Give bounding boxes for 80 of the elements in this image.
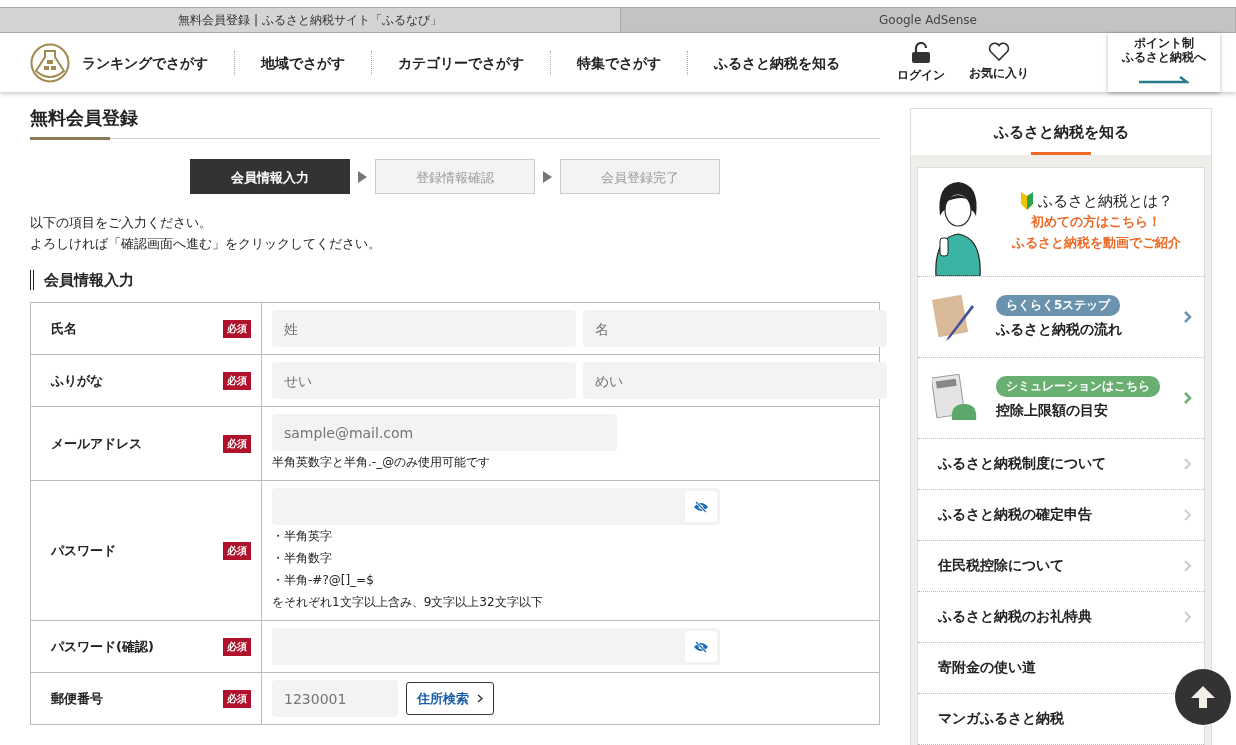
section-title: 会員情報入力: [44, 271, 134, 289]
required-badge: 必須: [223, 541, 251, 560]
chevron-right-icon: [1184, 611, 1192, 623]
chevron-right-icon: [477, 694, 483, 703]
input-field[interactable]: せい: [272, 362, 576, 399]
required-badge: 必須: [223, 434, 251, 453]
input-field[interactable]: めい: [583, 362, 887, 399]
banner-text: 初めての方はこちら！: [1031, 212, 1161, 231]
nav-link[interactable]: カテゴリーでさがす: [371, 50, 550, 75]
feature-title: 控除上限額の目安: [996, 402, 1108, 420]
header-action[interactable]: ログイン: [886, 41, 956, 84]
feature-title: ふるさと納税の流れ: [996, 321, 1122, 339]
sidebar-link[interactable]: ふるさと納税のお礼特典: [938, 608, 1092, 626]
banner-text: ふるさと納税を動画でご紹介: [1011, 233, 1181, 252]
heart-icon: [988, 41, 1010, 62]
password-field[interactable]: [272, 488, 720, 525]
step-arrow-icon: [358, 170, 367, 183]
nav-link[interactable]: ふるさと納税を知る: [687, 50, 866, 75]
chevron-right-icon: [1184, 311, 1192, 323]
hidden-eye-icon: [693, 500, 709, 513]
field-note: をそれぞれ1文字以上含み、9文字以上32文字以下: [272, 594, 544, 611]
required-badge: 必須: [223, 371, 251, 390]
input-field[interactable]: 名: [583, 310, 887, 347]
field-label: パスワード: [51, 541, 116, 560]
required-badge: 必須: [223, 689, 251, 708]
calculator-purse-icon: [932, 374, 978, 422]
intro-banner[interactable]: ふるさと納税とは？ 初めての方はこちら！ ふるさと納税を動画でご紹介: [918, 168, 1204, 277]
required-badge: 必須: [223, 319, 251, 338]
sidebar-link[interactable]: ふるさと納税の確定申告: [938, 506, 1092, 524]
scroll-to-top-button[interactable]: [1175, 669, 1231, 725]
field-note: ・半角数字: [272, 550, 333, 567]
field-label: 氏名: [51, 319, 77, 338]
chevron-right-icon: [1184, 509, 1192, 521]
nav-link[interactable]: 地域でさがす: [234, 50, 371, 75]
step-indicator: 会員登録完了: [560, 159, 720, 194]
field-note: 半角英数字と半角.-_@のみ使用可能です: [272, 454, 492, 471]
input-field[interactable]: 姓: [272, 310, 576, 347]
banner-heading: ふるさと納税とは？: [1019, 191, 1173, 211]
logo-icon[interactable]: [30, 42, 70, 83]
chevron-right-icon: [1184, 392, 1192, 404]
sidebar-link[interactable]: 寄附金の使い道: [938, 659, 1036, 677]
beginner-mark-icon: [1019, 192, 1034, 210]
chevron-right-icon: [1184, 458, 1192, 470]
feature-tag: シミュレーションはこちら: [996, 376, 1160, 397]
required-badge: 必須: [223, 637, 251, 656]
nav-link[interactable]: 特集でさがす: [550, 50, 687, 75]
field-label: メールアドレス: [51, 434, 142, 453]
sidebar-link[interactable]: 住民税控除について: [938, 557, 1064, 575]
lock-icon: [911, 41, 931, 64]
field-label: ふりがな: [51, 371, 103, 390]
step-arrow-icon: [543, 170, 552, 183]
sidebar-title: ふるさと納税を知る: [993, 123, 1129, 141]
field-note: ・半角英字: [272, 528, 333, 545]
header-action[interactable]: お気に入り: [964, 41, 1034, 84]
password-field[interactable]: [272, 628, 720, 665]
sidebar-link[interactable]: マンガふるさと納税: [938, 710, 1064, 728]
instruction-text: よろしければ「確認画面へ進む」をクリックしてください。: [30, 235, 382, 253]
field-label: 郵便番号: [51, 689, 103, 708]
field-label: パスワード(確認): [51, 637, 154, 656]
feature-tag: らくらく5ステップ: [996, 295, 1121, 316]
step-indicator: 登録情報確認: [375, 159, 535, 194]
instruction-text: 以下の項目をご入力ください。: [30, 214, 213, 232]
input-field[interactable]: 1230001: [272, 680, 398, 717]
eye-toggle[interactable]: [685, 491, 717, 522]
point-button[interactable]: ポイント制 ふるさと納税へ: [1108, 33, 1220, 92]
page-title: 無料会員登録: [30, 107, 138, 128]
chevron-right-icon: [1184, 560, 1192, 572]
sidebar-feature-link[interactable]: らくらく5ステップ ふるさと納税の流れ: [918, 277, 1204, 358]
step-indicator: 会員情報入力: [190, 159, 350, 194]
browser-tab[interactable]: Google AdSense: [621, 8, 1236, 32]
input-field[interactable]: sample@mail.com: [272, 414, 617, 451]
sidebar-link[interactable]: ふるさと納税制度について: [938, 455, 1106, 473]
address-search-button[interactable]: 住所検索: [406, 682, 494, 715]
nav-link[interactable]: ランキングでさがす: [82, 50, 234, 75]
eye-toggle[interactable]: [685, 631, 717, 662]
hidden-eye-icon: [693, 640, 709, 653]
arrow-up-icon: [1190, 684, 1216, 710]
sidebar-feature-link[interactable]: シミュレーションはこちら 控除上限額の目安: [918, 358, 1204, 439]
field-note: ・半角-#?@[]_=$: [272, 572, 375, 589]
browser-tab[interactable]: 無料会員登録 | ふるさと納税サイト「ふるなび」: [0, 8, 621, 32]
